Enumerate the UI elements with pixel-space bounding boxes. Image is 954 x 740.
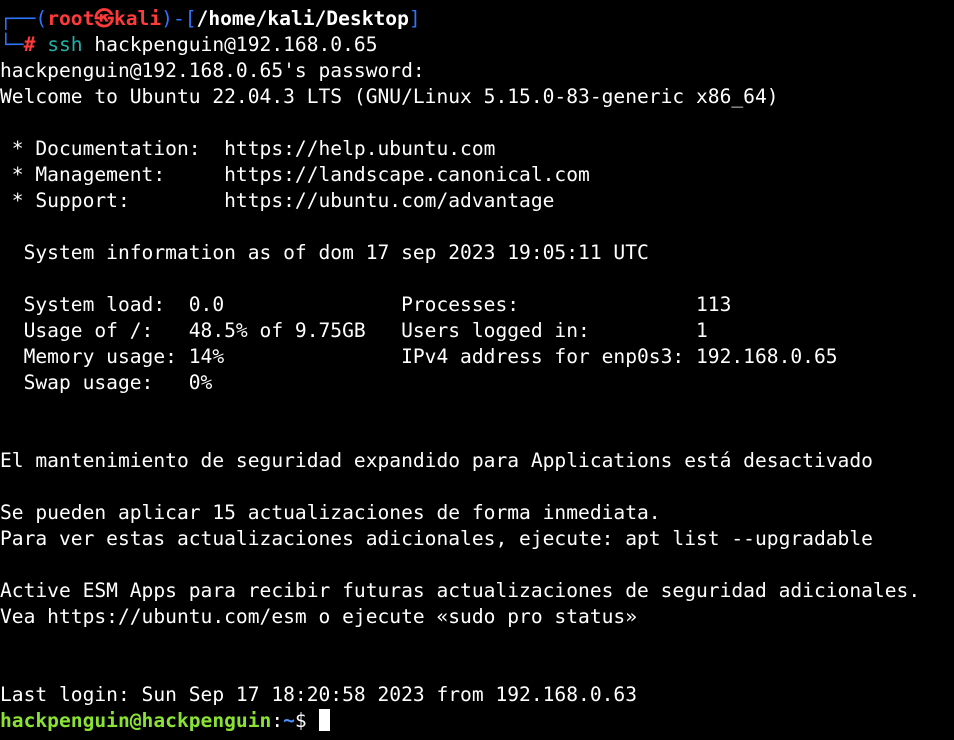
updates-command-line: Para ver estas actualizaciones adicional… (0, 527, 873, 550)
prompt-frame-mid: )-[ (161, 7, 197, 30)
remote-prompt-path: ~ (283, 709, 295, 732)
password-line: hackpenguin@192.168.0.65's password: (0, 59, 425, 82)
kali-prompt-line-2: └─# ssh hackpenguin@192.168.0.65 (0, 32, 954, 58)
management-line: * Management: https://landscape.canonica… (0, 163, 590, 186)
support-line: * Support: https://ubuntu.com/advantage (0, 189, 555, 212)
disk-usage-line: Usage of /: 48.5% of 9.75GB Users logged… (0, 319, 708, 342)
command-argument: hackpenguin@192.168.0.65 (94, 33, 378, 56)
kali-prompt-line-1: ┌──(root㉿kali)-[/home/kali/Desktop] (0, 6, 954, 32)
remote-prompt-line[interactable]: hackpenguin@hackpenguin:~$ (0, 708, 954, 734)
esm-apps-line-2: Vea https://ubuntu.com/esm o ejecute «su… (0, 605, 638, 628)
prompt-path: /home/kali/Desktop (196, 7, 409, 30)
memory-usage-line: Memory usage: 14% IPv4 address for enp0s… (0, 345, 838, 368)
esm-maintenance-line: El mantenimiento de seguridad expandido … (0, 449, 873, 472)
remote-prompt-userhost: hackpenguin@hackpenguin (0, 709, 272, 732)
swap-usage-line: Swap usage: 0% (0, 371, 213, 394)
prompt-skull-icon: ㉿ (94, 7, 114, 30)
remote-prompt-dollar: $ (294, 709, 319, 732)
prompt-frame-bottom: └─ (0, 33, 24, 56)
command-ssh: ssh (47, 33, 83, 56)
text-cursor[interactable] (318, 709, 330, 731)
documentation-line: * Documentation: https://help.ubuntu.com (0, 137, 496, 160)
esm-apps-line-1: Active ESM Apps para recibir futuras act… (0, 579, 921, 602)
welcome-line: Welcome to Ubuntu 22.04.3 LTS (GNU/Linux… (0, 85, 779, 108)
last-login-line: Last login: Sun Sep 17 18:20:58 2023 fro… (0, 683, 638, 706)
terminal-window[interactable]: ┌──(root㉿kali)-[/home/kali/Desktop] └─# … (0, 0, 954, 740)
prompt-hash: # (23, 33, 36, 56)
prompt-frame-top: ┌──( (0, 7, 48, 30)
updates-available-line: Se pueden aplicar 15 actualizaciones de … (0, 501, 661, 524)
system-info-header: System information as of dom 17 sep 2023… (0, 241, 649, 264)
system-load-line: System load: 0.0 Processes: 113 (0, 293, 732, 316)
prompt-host: kali (113, 7, 162, 30)
prompt-frame-end: ] (408, 7, 421, 30)
prompt-user: root (47, 7, 95, 30)
remote-prompt-colon: : (271, 709, 284, 732)
